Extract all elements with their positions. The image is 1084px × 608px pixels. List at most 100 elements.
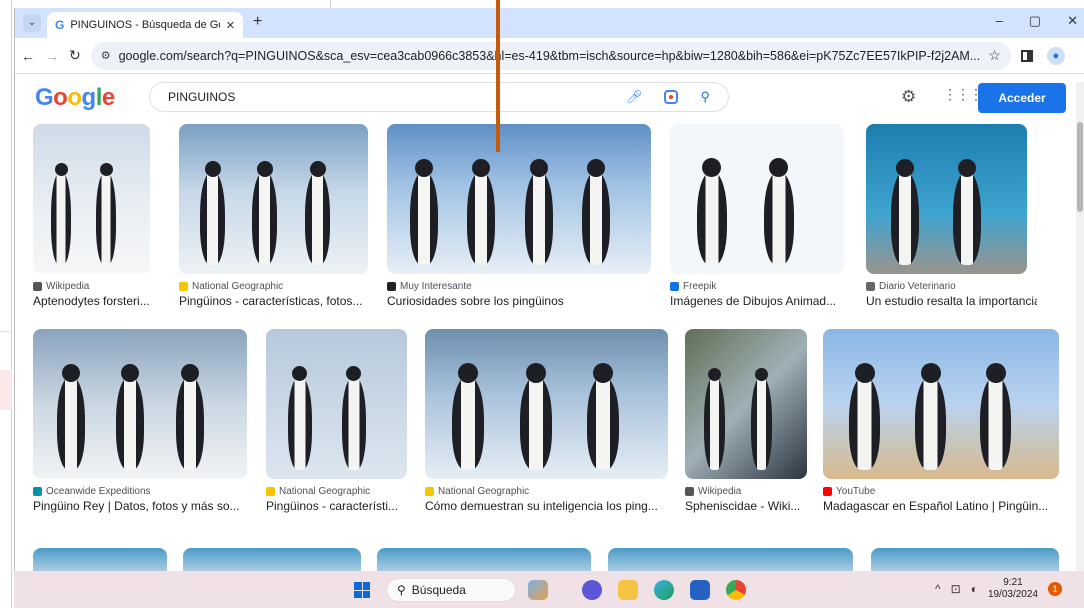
muy-interesante-icon [387, 282, 396, 291]
reload-icon[interactable]: ↻ [69, 47, 81, 64]
microphone-icon[interactable]: 🎤︎ [626, 89, 643, 105]
result-title-link[interactable]: Pingüinos - característi... [266, 499, 417, 513]
close-window-button[interactable]: ✕ [1067, 13, 1078, 29]
copilot-icon[interactable] [582, 580, 602, 600]
tray-chevron-icon[interactable]: ^ [935, 582, 941, 596]
result-thumbnail-image[interactable] [33, 124, 150, 274]
tab-search-button[interactable]: ⌄ [23, 14, 41, 32]
system-tray: ^ ⊡ ◐ 9:21 19/03/2024 1 [935, 577, 1062, 601]
result-title-link[interactable]: Imágenes de Dibujos Animad... [670, 294, 854, 308]
image-result-card[interactable]: Muy Interesante Curiosidades sobre los pi… [387, 124, 651, 318]
settings-gear-icon[interactable]: ⚙ [901, 87, 916, 107]
result-source[interactable]: Wikipedia [685, 486, 741, 497]
tab-strip: ⌄ G PINGUINOS - Búsqueda de Goo ✕ + – ▢ … [15, 8, 1084, 38]
result-source[interactable]: Wikipedia [33, 281, 89, 292]
image-result-card[interactable]: Wikipedia Aptenodytes forsteri... [33, 124, 150, 318]
sign-in-button[interactable]: Acceder [978, 83, 1066, 113]
tab-close-icon[interactable]: ✕ [226, 19, 235, 32]
bookmark-star-icon[interactable]: ☆ [988, 47, 1001, 64]
site-settings-icon[interactable]: ⚙ [101, 49, 111, 62]
annotation-pointer-line [496, 0, 500, 152]
edge-icon[interactable] [654, 580, 674, 600]
result-source[interactable]: Muy Interesante [387, 281, 472, 292]
logo-letter: e [101, 84, 115, 111]
side-panel-icon[interactable] [1020, 49, 1033, 62]
notification-badge[interactable]: 1 [1048, 582, 1062, 596]
image-result-card[interactable]: National Geographic Pingüinos - caracterí… [179, 124, 368, 318]
logo-letter: G [35, 84, 54, 111]
clock[interactable]: 9:21 19/03/2024 [988, 577, 1038, 601]
result-source[interactable]: Freepik [670, 281, 716, 292]
search-box[interactable]: PINGUINOS 🎤︎ ⚲ [149, 82, 729, 112]
result-thumbnail-image[interactable] [377, 548, 591, 571]
image-result-card[interactable]: Oceanwide Expeditions Pingüino Rey | Dato… [33, 329, 247, 523]
result-thumbnail-image[interactable] [866, 124, 1027, 274]
store-icon[interactable] [690, 580, 710, 600]
result-source[interactable]: National Geographic [266, 486, 370, 497]
apps-grid-icon[interactable]: ⋮⋮⋮ [943, 86, 983, 103]
result-thumbnail-image[interactable] [871, 548, 1059, 571]
clock-date: 19/03/2024 [987, 589, 1038, 600]
natgeo-icon [179, 282, 188, 291]
result-source[interactable]: National Geographic [179, 281, 283, 292]
image-result-card[interactable]: National Geographic Pingüinos - caracterí… [266, 329, 407, 523]
result-thumbnail-image[interactable] [685, 329, 807, 479]
result-title-link[interactable]: Spheniscidae - Wiki... [685, 499, 817, 513]
page-scrollbar[interactable] [1076, 82, 1084, 571]
forward-icon[interactable]: → [45, 48, 59, 64]
logo-letter: g [81, 84, 97, 111]
result-thumbnail-image[interactable] [179, 124, 368, 274]
restore-button[interactable]: ▢ [1029, 13, 1041, 29]
result-source[interactable]: YouTube [823, 486, 875, 497]
result-title-link[interactable]: Curiosidades sobre los pingüinos [387, 294, 661, 308]
wikipedia-icon [33, 282, 42, 291]
result-source-label: Wikipedia [698, 486, 742, 497]
result-source[interactable]: National Geographic [425, 486, 529, 497]
chrome-icon[interactable] [726, 580, 746, 600]
result-thumbnail-image[interactable] [183, 548, 361, 571]
menu-kebab-icon[interactable]: ⋮ [1079, 47, 1084, 64]
image-result-card[interactable]: Diario Veterinario Un estudio resalta la … [866, 124, 1037, 318]
result-thumbnail-image[interactable] [670, 124, 844, 274]
result-thumbnail-image[interactable] [425, 329, 668, 479]
result-title-link[interactable]: Madagascar en Español Latino | Pingüin..… [823, 499, 1069, 513]
image-result-card[interactable]: National Geographic Cómo demuestran su in… [425, 329, 668, 523]
google-logo[interactable]: Google [35, 84, 115, 112]
network-icon[interactable]: ⊡ [951, 582, 961, 596]
widgets-icon[interactable] [528, 580, 548, 600]
result-thumbnail-image[interactable] [266, 329, 407, 479]
result-source[interactable]: Oceanwide Expeditions [33, 486, 151, 497]
result-thumbnail-image[interactable] [823, 329, 1059, 479]
new-tab-button[interactable]: + [253, 13, 262, 31]
taskbar-search[interactable]: ⚲ Búsqueda [386, 578, 516, 602]
tab-active[interactable]: G PINGUINOS - Búsqueda de Goo ✕ [47, 12, 243, 38]
result-thumbnail-image[interactable] [608, 548, 853, 571]
toolbar-right: ● ⋮ [1020, 46, 1084, 65]
search-input[interactable]: PINGUINOS [168, 90, 626, 104]
result-title-link[interactable]: Pingüinos - características, fotos... [179, 294, 378, 308]
result-thumbnail-image[interactable] [33, 548, 167, 571]
result-title-link[interactable]: Cómo demuestran su inteligencia los ping… [425, 499, 678, 513]
address-bar[interactable]: ⚙ google.com/search?q=PINGUINOS&sca_esv=… [90, 41, 1011, 70]
image-result-card[interactable]: YouTube Madagascar en Español Latino | Pi… [823, 329, 1059, 523]
image-result-card[interactable]: Wikipedia Spheniscidae - Wiki... [685, 329, 807, 523]
result-thumbnail-image[interactable] [387, 124, 651, 274]
profile-avatar-icon[interactable]: ● [1046, 46, 1065, 65]
result-title-link[interactable]: Aptenodytes forsteri... [33, 294, 160, 308]
youtube-icon [823, 487, 832, 496]
back-icon[interactable]: ← [21, 48, 35, 64]
result-title-link[interactable]: Un estudio resalta la importancia ... [866, 294, 1037, 308]
volume-icon[interactable]: ◐ [971, 582, 978, 596]
result-source-label: National Geographic [438, 486, 530, 497]
search-icon[interactable]: ⚲ [700, 89, 710, 105]
file-explorer-icon[interactable] [618, 580, 638, 600]
image-result-card[interactable]: Freepik Imágenes de Dibujos Animad... [670, 124, 844, 318]
windows-start-icon[interactable] [354, 582, 370, 598]
result-thumbnail-image[interactable] [33, 329, 247, 479]
oceanwide-icon [33, 487, 42, 496]
result-title-link[interactable]: Pingüino Rey | Datos, fotos y más so... [33, 499, 257, 513]
result-source[interactable]: Diario Veterinario [866, 281, 956, 292]
google-lens-icon[interactable] [664, 90, 679, 104]
windows-taskbar: ⚲ Búsqueda ^ ⊡ ◐ 9:21 19/03/2024 1 [14, 571, 1084, 608]
minimize-button[interactable]: – [996, 13, 1003, 29]
